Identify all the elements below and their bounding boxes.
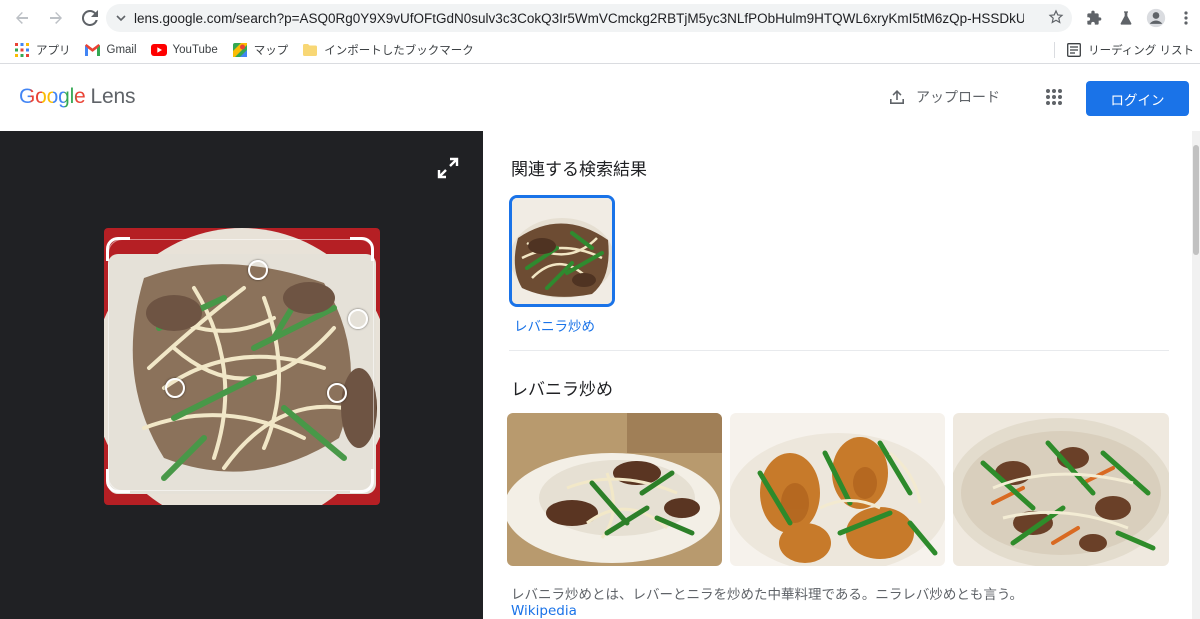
browser-menu-button[interactable] <box>1174 6 1198 30</box>
apps-grid-icon <box>1046 89 1062 105</box>
bookmark-imported-folder[interactable]: インポートしたブックマーク <box>302 42 474 58</box>
related-dish-image <box>512 198 612 304</box>
upload-button[interactable]: アップロード <box>888 87 1000 107</box>
bookmark-gmail[interactable]: Gmail <box>85 42 137 58</box>
related-result-thumbnail[interactable] <box>509 195 615 307</box>
topic-image-2[interactable] <box>730 413 945 566</box>
topic-image-1[interactable] <box>507 413 722 566</box>
apps-grid-icon <box>14 42 30 58</box>
back-arrow-icon <box>16 12 28 24</box>
bookmark-apps[interactable]: アプリ <box>14 42 71 58</box>
topic-description: レバニラ炒めとは、レバーとニラを炒めた中華料理である。ニラレバ炒めとも言う。 <box>511 587 1024 603</box>
folder-icon <box>302 42 318 58</box>
fullscreen-expand-icon[interactable] <box>437 157 459 179</box>
upload-label: アップロード <box>916 90 1000 106</box>
related-results-heading: 関連する検索結果 <box>511 160 647 179</box>
query-image-panel <box>0 131 483 619</box>
address-bar[interactable]: lens.google.com/search?p=ASQ0Rg0Y9X9vUfO… <box>106 4 1072 32</box>
bookmark-label: インポートしたブックマーク <box>324 44 474 57</box>
reload-button[interactable] <box>74 2 106 34</box>
topic-heading: レバニラ炒め <box>511 380 613 399</box>
crop-handle-top-right[interactable] <box>350 237 374 261</box>
crop-handle-bottom-right[interactable] <box>350 469 374 493</box>
bookmark-label: Gmail <box>106 43 137 56</box>
logo-lens-text: Lens <box>90 85 136 108</box>
reading-list-button[interactable]: リーディング リスト <box>1054 42 1194 58</box>
back-button[interactable] <box>6 2 38 34</box>
maps-icon <box>232 42 248 58</box>
kebab-menu-icon <box>1184 11 1188 25</box>
reading-list-icon <box>1067 43 1082 57</box>
bookmark-label: YouTube <box>172 43 218 56</box>
crop-handle-top-left[interactable] <box>106 237 130 261</box>
url-text: lens.google.com/search?p=ASQ0Rg0Y9X9vUfO… <box>134 10 1024 26</box>
scrollbar-thumb[interactable] <box>1193 145 1199 255</box>
dish-photo <box>730 413 945 566</box>
gmail-icon <box>85 42 101 58</box>
youtube-icon <box>150 42 167 58</box>
dish-photo <box>953 413 1169 566</box>
topic-image-3[interactable] <box>953 413 1169 566</box>
forward-button[interactable] <box>40 2 72 34</box>
site-info-chevron-icon <box>116 15 126 22</box>
detected-object-dot[interactable] <box>327 383 347 403</box>
wikipedia-source-link[interactable]: Wikipedia <box>511 603 577 619</box>
results-scrollbar[interactable] <box>1192 131 1200 619</box>
bookmarks-bar: アプリ Gmail YouTube マップ インポートしたブックマーク リーディ… <box>0 36 1200 64</box>
bookmark-youtube[interactable]: YouTube <box>150 42 218 58</box>
bookmark-maps[interactable]: マップ <box>232 42 289 58</box>
flask-icon <box>1120 11 1132 25</box>
stir-fry-photo <box>104 228 380 505</box>
query-photo[interactable] <box>104 228 380 505</box>
detected-object-dot[interactable] <box>248 260 268 280</box>
logo-google-text: Google <box>19 85 86 108</box>
dish-photo <box>507 413 722 566</box>
labs-button[interactable] <box>1114 6 1138 30</box>
reload-icon <box>82 10 98 26</box>
google-apps-button[interactable] <box>1046 89 1062 109</box>
login-button[interactable]: ログイン <box>1086 81 1189 116</box>
google-lens-logo[interactable]: Google Lens <box>19 85 135 109</box>
browser-toolbar: lens.google.com/search?p=ASQ0Rg0Y9X9vUfO… <box>0 0 1200 36</box>
bookmark-label: マップ <box>253 44 289 57</box>
extensions-button[interactable] <box>1082 6 1106 30</box>
detected-object-dot[interactable] <box>348 309 368 329</box>
reading-list-label: リーディング リスト <box>1088 45 1194 57</box>
detected-object-dot[interactable] <box>165 378 185 398</box>
bookmark-star-icon[interactable] <box>1048 9 1064 25</box>
lens-header: Google Lens アップロード ログイン <box>0 65 1200 131</box>
profile-button[interactable] <box>1144 6 1168 30</box>
section-divider <box>509 350 1169 351</box>
results-panel: 関連する検索結果 レバニラ炒め レバニラ炒め レバニラ炒めとは、レバーとニラを炒… <box>483 131 1200 619</box>
avatar-icon <box>1146 8 1166 28</box>
bookmark-label: アプリ <box>36 44 71 57</box>
puzzle-icon <box>1087 10 1102 25</box>
related-result-label[interactable]: レバニラ炒め <box>514 315 595 335</box>
forward-arrow-icon <box>50 12 62 24</box>
crop-handle-bottom-left[interactable] <box>106 469 130 493</box>
upload-icon <box>890 90 904 104</box>
